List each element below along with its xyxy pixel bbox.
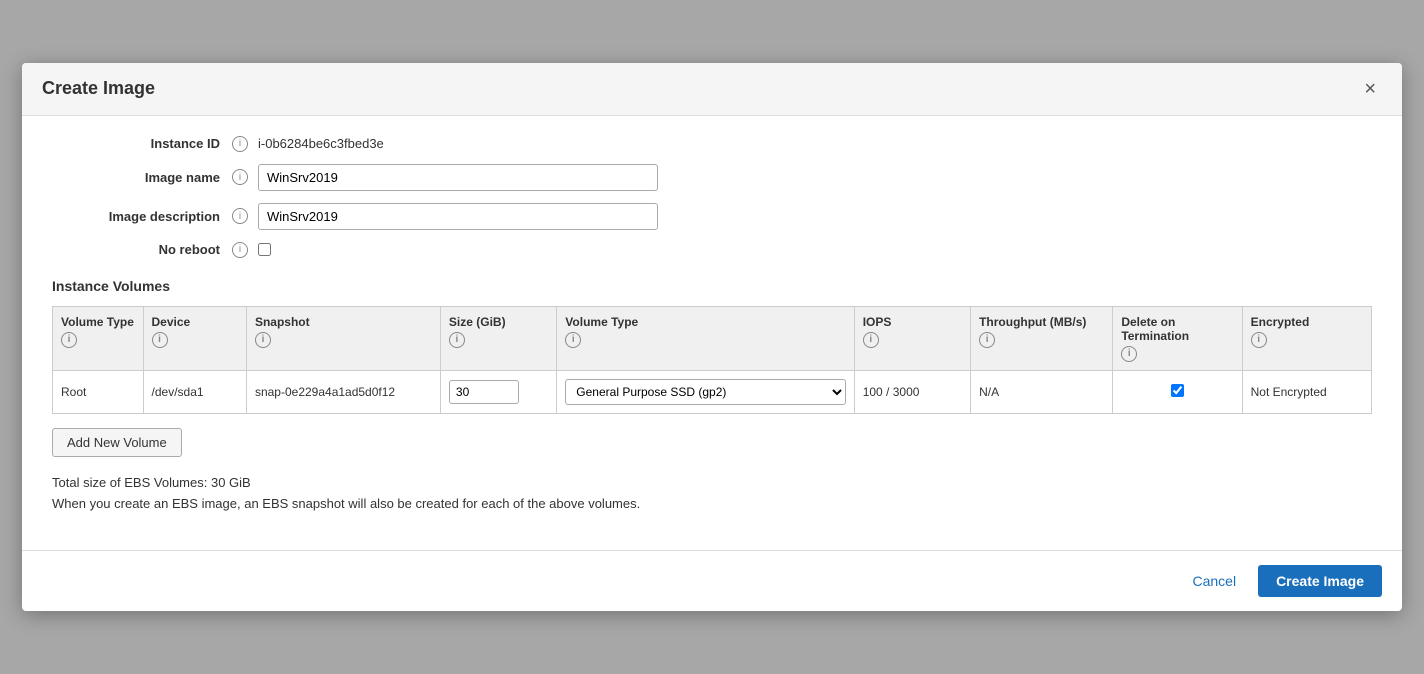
modal-header: Create Image × xyxy=(22,63,1402,116)
cancel-button[interactable]: Cancel xyxy=(1182,567,1246,595)
instance-id-label: Instance ID xyxy=(52,136,232,151)
th-delete-on-termination: Delete on Termination i xyxy=(1113,306,1242,370)
cell-iops: 100 / 3000 xyxy=(854,370,970,413)
th-size: Size (GiB) i xyxy=(440,306,556,370)
volumes-section-title: Instance Volumes xyxy=(52,278,1372,294)
delete-on-termination-checkbox[interactable] xyxy=(1171,384,1184,397)
image-name-label: Image name xyxy=(52,170,232,185)
instance-id-info-icon[interactable]: i xyxy=(232,136,248,152)
th-volume-type: Volume Type i xyxy=(53,306,144,370)
image-name-row: Image name i xyxy=(52,164,1372,191)
th-volume-type-sel-info-icon[interactable]: i xyxy=(565,332,581,348)
add-new-volume-button[interactable]: Add New Volume xyxy=(52,428,182,457)
image-description-input[interactable] xyxy=(258,203,658,230)
table-row: Root/dev/sda1snap-0e229a4a1ad5d0f12 Gener… xyxy=(53,370,1372,413)
image-name-input[interactable] xyxy=(258,164,658,191)
th-throughput-info-icon[interactable]: i xyxy=(979,332,995,348)
volume-type-select[interactable]: General Purpose SSD (gp2)General Purpose… xyxy=(565,379,845,405)
th-snapshot: Snapshot i xyxy=(246,306,440,370)
cell-encrypted: Not Encrypted xyxy=(1242,370,1371,413)
th-encrypted-info-icon[interactable]: i xyxy=(1251,332,1267,348)
cell-throughput: N/A xyxy=(971,370,1113,413)
no-reboot-label: No reboot xyxy=(52,242,232,257)
no-reboot-info-icon[interactable]: i xyxy=(232,242,248,258)
image-description-row: Image description i xyxy=(52,203,1372,230)
close-button[interactable]: × xyxy=(1358,77,1382,101)
cell-size[interactable] xyxy=(440,370,556,413)
th-throughput: Throughput (MB/s) i xyxy=(971,306,1113,370)
cell-device: /dev/sda1 xyxy=(143,370,246,413)
modal-body: Instance ID i i-0b6284be6c3fbed3e Image … xyxy=(22,116,1402,535)
form-section: Instance ID i i-0b6284be6c3fbed3e Image … xyxy=(52,136,1372,258)
info-line2: When you create an EBS image, an EBS sna… xyxy=(52,494,1372,515)
th-device: Device i xyxy=(143,306,246,370)
cell-volume-type-select[interactable]: General Purpose SSD (gp2)General Purpose… xyxy=(557,370,854,413)
cell-snapshot: snap-0e229a4a1ad5d0f12 xyxy=(246,370,440,413)
cell-delete-on-termination[interactable] xyxy=(1113,370,1242,413)
no-reboot-checkbox[interactable] xyxy=(258,243,271,256)
th-volume-type-info-icon[interactable]: i xyxy=(61,332,77,348)
th-iops: IOPS i xyxy=(854,306,970,370)
instance-id-value: i-0b6284be6c3fbed3e xyxy=(258,136,384,151)
modal-footer: Cancel Create Image xyxy=(22,551,1402,611)
image-name-info-icon[interactable]: i xyxy=(232,169,248,185)
th-delete-info-icon[interactable]: i xyxy=(1121,346,1137,362)
create-image-button[interactable]: Create Image xyxy=(1258,565,1382,597)
cell-volume-type: Root xyxy=(53,370,144,413)
info-text: Total size of EBS Volumes: 30 GiB When y… xyxy=(52,473,1372,515)
instance-id-row: Instance ID i i-0b6284be6c3fbed3e xyxy=(52,136,1372,152)
modal-overlay: Create Image × Instance ID i i-0b6284be6… xyxy=(0,0,1424,674)
image-description-label: Image description xyxy=(52,209,232,224)
th-volume-type-sel: Volume Type i xyxy=(557,306,854,370)
info-line1: Total size of EBS Volumes: 30 GiB xyxy=(52,473,1372,494)
volumes-table: Volume Type i Device i S xyxy=(52,306,1372,414)
th-encrypted: Encrypted i xyxy=(1242,306,1371,370)
th-device-info-icon[interactable]: i xyxy=(152,332,168,348)
no-reboot-row: No reboot i xyxy=(52,242,1372,258)
size-input[interactable] xyxy=(449,380,519,404)
image-description-info-icon[interactable]: i xyxy=(232,208,248,224)
th-size-info-icon[interactable]: i xyxy=(449,332,465,348)
modal-title: Create Image xyxy=(42,78,155,99)
table-header-row: Volume Type i Device i S xyxy=(53,306,1372,370)
th-snapshot-info-icon[interactable]: i xyxy=(255,332,271,348)
th-iops-info-icon[interactable]: i xyxy=(863,332,879,348)
create-image-modal: Create Image × Instance ID i i-0b6284be6… xyxy=(22,63,1402,612)
